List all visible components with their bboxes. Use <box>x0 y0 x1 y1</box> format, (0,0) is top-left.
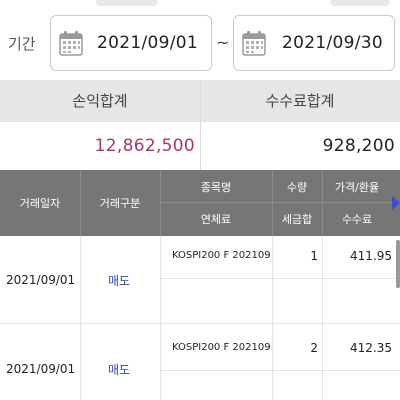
table-row[interactable]: 2021/09/01 매도 KOSPI200 F 202109 1 411.95 <box>0 236 400 324</box>
header-trade-type: 거래구분 <box>99 197 141 210</box>
quantity-cell: 1 <box>310 249 318 263</box>
item-name-cell: KOSPI200 F 202109 <box>172 250 271 261</box>
header-overdue-fee: 연체료 <box>200 213 232 226</box>
trade-date-cell: 2021/09/01 <box>6 273 76 287</box>
trade-type-cell: 매도 <box>108 274 131 288</box>
trade-type-cell: 매도 <box>108 363 131 377</box>
column-divider <box>80 324 81 400</box>
start-date-value: 2021/09/01 <box>97 33 198 53</box>
price-cell: 412.35 <box>350 341 392 355</box>
price-cell: 411.95 <box>350 249 392 263</box>
header-item-name: 종목명 <box>200 181 232 194</box>
column-divider <box>272 324 273 400</box>
tab-peek <box>96 0 158 6</box>
column-divider <box>322 236 323 324</box>
column-divider <box>160 236 161 324</box>
start-date-field[interactable]: 2021/09/01 <box>50 15 212 71</box>
item-name-cell: KOSPI200 F 202109 <box>172 342 271 353</box>
quantity-cell: 2 <box>310 341 318 355</box>
column-divider <box>322 324 323 400</box>
header-quantity: 수량 <box>286 181 308 194</box>
column-divider <box>272 236 273 324</box>
header-tax-total: 세금합 <box>281 213 313 226</box>
end-date-value: 2021/09/30 <box>282 33 383 53</box>
fee-total-label: 수수료합계 <box>265 92 335 110</box>
header-trade-date: 거래일자 <box>19 197 61 210</box>
column-divider <box>160 324 161 400</box>
date-range-separator: ~ <box>216 33 230 52</box>
vertical-scrollbar[interactable] <box>396 240 400 288</box>
table-header: 거래일자 거래구분 종목명 연체료 수량 세금합 가격/환율 수수료 <box>0 170 400 236</box>
calendar-icon <box>242 31 266 56</box>
fee-total-value: 928,200 <box>322 136 395 156</box>
row-sub-divider <box>160 278 400 279</box>
column-divider <box>80 236 81 324</box>
summary-divider <box>200 80 201 170</box>
scroll-right-arrow-icon[interactable] <box>392 196 400 210</box>
table-row[interactable]: 2021/09/01 매도 KOSPI200 F 202109 2 412.35 <box>0 324 400 400</box>
trade-date-cell: 2021/09/01 <box>6 362 76 376</box>
header-row-divider <box>160 202 400 203</box>
calendar-icon <box>59 31 83 56</box>
header-price-rate: 가격/환율 <box>334 181 380 194</box>
header-commission: 수수료 <box>341 213 373 226</box>
profit-total-value: 12,862,500 <box>94 136 195 156</box>
tab-peek <box>330 0 390 6</box>
profit-total-label: 손익합계 <box>72 92 128 110</box>
row-sub-divider <box>160 370 400 371</box>
end-date-field[interactable]: 2021/09/30 <box>233 15 395 71</box>
period-label: 기간 <box>8 35 36 53</box>
